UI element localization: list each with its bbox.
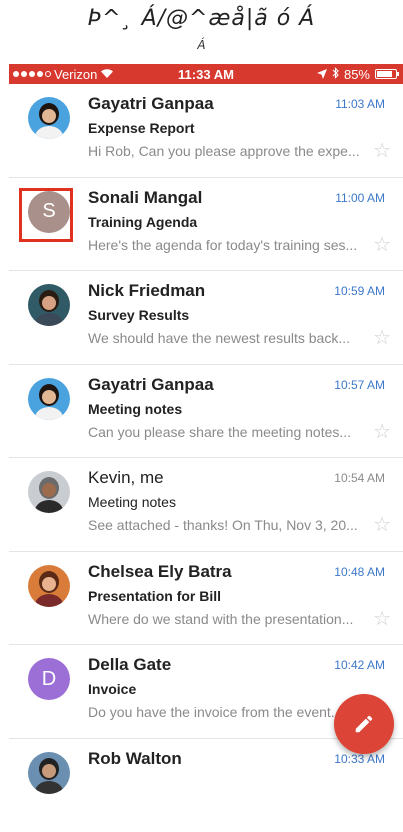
battery-icon	[375, 69, 397, 79]
avatar[interactable]	[28, 378, 70, 420]
email-row[interactable]: Kevin, me Meeting notes See attached - tha…	[9, 458, 403, 552]
star-outline-icon[interactable]: ☆	[373, 609, 391, 629]
email-sender: Nick Friedman	[88, 281, 205, 301]
carrier-label: Verizon	[54, 67, 97, 82]
email-subject: Expense Report	[88, 120, 195, 136]
email-time: 10:59 AM	[334, 284, 385, 298]
header-garbled-subtitle: Á	[0, 38, 403, 52]
email-subject: Training Agenda	[88, 214, 197, 230]
email-preview: See attached - thanks! On Thu, Nov 3, 20…	[88, 517, 364, 533]
bluetooth-icon	[332, 67, 339, 82]
email-time: 10:54 AM	[334, 471, 385, 485]
pencil-icon	[353, 713, 375, 735]
email-row[interactable]: Gayatri Ganpaa Meeting notes Can you pleas…	[9, 365, 403, 459]
email-row[interactable]: Chelsea Ely Batra Presentation for Bill Wh…	[9, 552, 403, 646]
status-bar: Verizon 11:33 AM 85%	[9, 64, 403, 84]
email-sender: Gayatri Ganpaa	[88, 94, 214, 114]
email-row[interactable]: SSonali MangalTraining AgendaHere's the …	[9, 178, 403, 272]
star-outline-icon[interactable]: ☆	[373, 141, 391, 161]
header-garbled-title: Þ^¸ Á/@^æå|ã ó Á	[0, 6, 403, 31]
email-sender: Kevin, me	[88, 468, 164, 488]
avatar[interactable]	[28, 284, 70, 326]
email-preview: Can you please share the meeting notes..…	[88, 424, 364, 440]
email-time: 10:42 AM	[334, 658, 385, 672]
wifi-icon	[100, 67, 114, 82]
compose-button[interactable]	[334, 694, 394, 754]
email-preview: We should have the newest results back..…	[88, 330, 364, 346]
email-row[interactable]: Gayatri Ganpaa Expense Report Hi Rob, Can …	[9, 84, 403, 178]
avatar[interactable]	[28, 97, 70, 139]
email-row[interactable]: Rob Walton10:33 AM	[9, 739, 403, 832]
avatar[interactable]	[28, 565, 70, 607]
email-subject: Invoice	[88, 681, 136, 697]
email-preview: Where do we stand with the presentation.…	[88, 611, 364, 627]
star-outline-icon[interactable]: ☆	[373, 328, 391, 348]
email-time: 11:03 AM	[335, 97, 385, 111]
email-preview: Hi Rob, Can you please approve the expe.…	[88, 143, 364, 159]
battery-percent: 85%	[344, 67, 370, 82]
email-time: 10:48 AM	[334, 565, 385, 579]
email-preview: Here's the agenda for today's training s…	[88, 237, 364, 253]
star-outline-icon[interactable]: ☆	[373, 235, 391, 255]
email-time: 11:00 AM	[335, 191, 385, 205]
email-row[interactable]: Nick Friedman Survey Results We should hav…	[9, 271, 403, 365]
email-sender: Rob Walton	[88, 749, 182, 769]
email-sender: Della Gate	[88, 655, 171, 675]
avatar[interactable]	[28, 752, 70, 794]
email-preview: Do you have the invoice from the event..…	[88, 704, 364, 720]
email-subject: Survey Results	[88, 307, 189, 323]
signal-icon	[13, 71, 51, 77]
location-icon	[317, 67, 327, 82]
star-outline-icon[interactable]: ☆	[373, 422, 391, 442]
email-sender: Gayatri Ganpaa	[88, 375, 214, 395]
star-outline-icon[interactable]: ☆	[373, 515, 391, 535]
highlight-box	[19, 188, 73, 242]
email-subject: Presentation for Bill	[88, 588, 221, 604]
avatar[interactable]	[28, 471, 70, 513]
email-sender: Chelsea Ely Batra	[88, 562, 232, 582]
avatar-initial[interactable]: D	[28, 658, 70, 700]
email-subject: Meeting notes	[88, 401, 182, 417]
email-subject: Meeting notes	[88, 494, 176, 510]
email-time: 10:57 AM	[334, 378, 385, 392]
email-sender: Sonali Mangal	[88, 188, 202, 208]
